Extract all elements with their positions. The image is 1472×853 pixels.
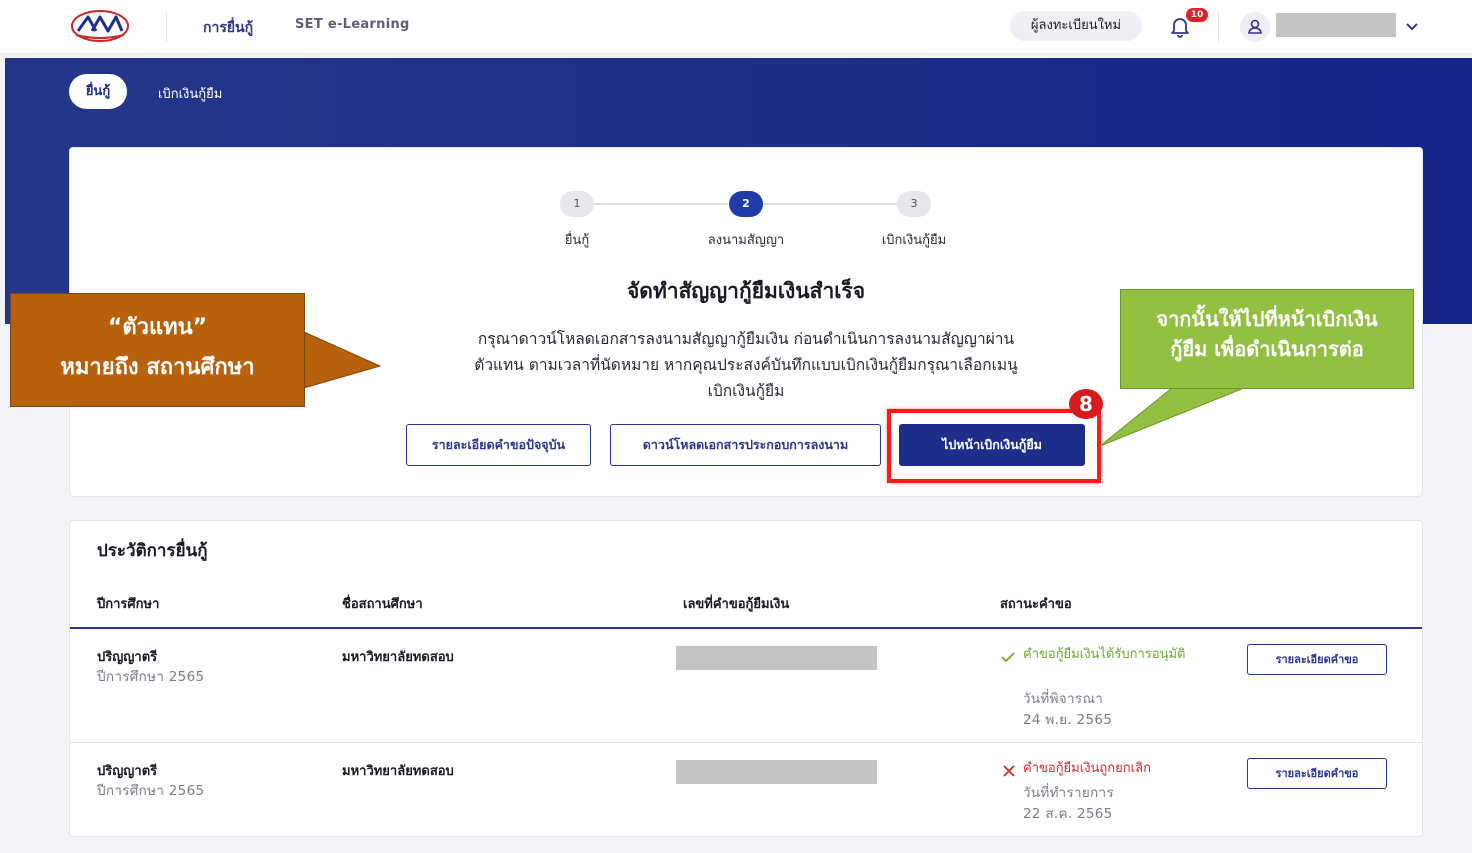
row-status-approved: คำขอกู้ยืมเงินได้รับการอนุมัติ xyxy=(1023,647,1186,662)
row-education-level: ปริญญาตรี xyxy=(97,764,158,779)
request-details-button[interactable]: รายละเอียดคำขอ xyxy=(1247,644,1387,675)
step-3-label: เบิกเงินกู้ยืม xyxy=(881,233,947,248)
row-school-name: มหาวิทยาลัยทดสอบ xyxy=(342,650,454,665)
row-academic-year: ปีการศึกษา 2565 xyxy=(97,669,205,685)
next-step-callout: จากนั้นให้ไปที่หน้าเบิกเงิน กู้ยืม เพื่อ… xyxy=(1120,289,1414,389)
nav-link-loan[interactable]: การยื่นกู้ xyxy=(203,17,253,39)
stepper-connector xyxy=(763,203,897,205)
step-number-badge: 8 xyxy=(1069,389,1103,419)
nav-divider xyxy=(1218,12,1219,42)
description-line: ตัวแทน ตามเวลาที่นัดหมาย หากคุณประสงค์บั… xyxy=(474,356,1018,374)
column-header-request-number: เลขที่คำขอกู้ยืมเงิน xyxy=(683,597,790,612)
row-date: 24 พ.ย. 2565 xyxy=(1023,712,1113,728)
row-school-name: มหาวิทยาลัยทดสอบ xyxy=(342,764,454,779)
download-documents-button[interactable]: ดาวน์โหลดเอกสารประกอบการลงนาม xyxy=(610,424,881,466)
column-header-status: สถานะคำขอ xyxy=(1000,597,1072,612)
row-academic-year: ปีการศึกษา 2565 xyxy=(97,783,205,799)
callout-text: จากนั้นให้ไปที่หน้าเบิกเงิน xyxy=(1156,307,1378,331)
step-1-indicator: 1 xyxy=(560,191,594,217)
nav-divider xyxy=(166,12,167,42)
column-header-year: ปีการศึกษา xyxy=(97,597,160,612)
logo-icon[interactable] xyxy=(70,9,130,43)
callout-text: “ตัวแทน” xyxy=(107,315,208,340)
step-2-indicator: 2 xyxy=(729,191,763,217)
stepper-connector xyxy=(594,203,728,205)
agent-note-callout: “ตัวแทน” หมายถึง สถานศึกษา xyxy=(10,293,305,407)
callout-text: หมายถึง สถานศึกษา xyxy=(60,355,255,380)
chevron-down-icon[interactable] xyxy=(1404,18,1420,34)
user-icon xyxy=(1248,19,1262,34)
history-card xyxy=(69,520,1423,837)
row-status-cancelled: คำขอกู้ยืมเงินถูกยกเลิก xyxy=(1023,761,1151,776)
history-title: ประวัติการยื่นกู้ xyxy=(97,541,208,561)
request-number-redacted xyxy=(676,646,877,670)
request-number-redacted xyxy=(676,760,877,784)
row-date-label: วันที่ทำรายการ xyxy=(1023,785,1114,801)
row-divider xyxy=(70,742,1422,743)
description-line: กรุณาดาวน์โหลดเอกสารลงนามสัญญากู้ยืมเงิน… xyxy=(477,330,1015,348)
tab-withdraw[interactable]: เบิกเงินกู้ยืม xyxy=(158,83,222,104)
register-button[interactable]: ผู้ลงทะเบียนใหม่ xyxy=(1010,11,1142,41)
step-1-label: ยื่นกู้ xyxy=(564,233,590,248)
step-3-indicator: 3 xyxy=(897,191,931,217)
step-2-label: ลงนามสัญญา xyxy=(707,233,785,248)
column-header-school: ชื่อสถานศึกษา xyxy=(342,597,423,612)
header-divider xyxy=(70,627,1422,629)
row-education-level: ปริญญาตรี xyxy=(97,650,158,665)
close-icon xyxy=(1003,765,1015,777)
user-name-redacted xyxy=(1276,13,1396,37)
success-title: จัดทำสัญญากู้ยืมเงินสำเร็จ xyxy=(627,279,865,303)
notification-badge: 10 xyxy=(1186,8,1208,22)
tab-apply[interactable]: ยื่นกู้ xyxy=(69,74,127,109)
description-line: เบิกเงินกู้ยืม xyxy=(707,382,785,400)
row-date: 22 ส.ค. 2565 xyxy=(1023,806,1113,822)
current-request-details-button[interactable]: รายละเอียดคำขอปัจจุบัน xyxy=(406,424,591,466)
avatar[interactable] xyxy=(1240,12,1270,42)
result-description: กรุณาดาวน์โหลดเอกสารลงนามสัญญากู้ยืมเงิน… xyxy=(395,326,1097,404)
callout-text: กู้ยืม เพื่อดำเนินการต่อ xyxy=(1170,337,1364,361)
nav-link-elearning[interactable]: SET e-Learning xyxy=(295,17,410,32)
check-icon xyxy=(1001,652,1015,663)
row-date-label: วันที่พิจารณา xyxy=(1023,691,1104,707)
request-details-button[interactable]: รายละเอียดคำขอ xyxy=(1247,758,1387,789)
highlight-frame xyxy=(887,409,1101,483)
